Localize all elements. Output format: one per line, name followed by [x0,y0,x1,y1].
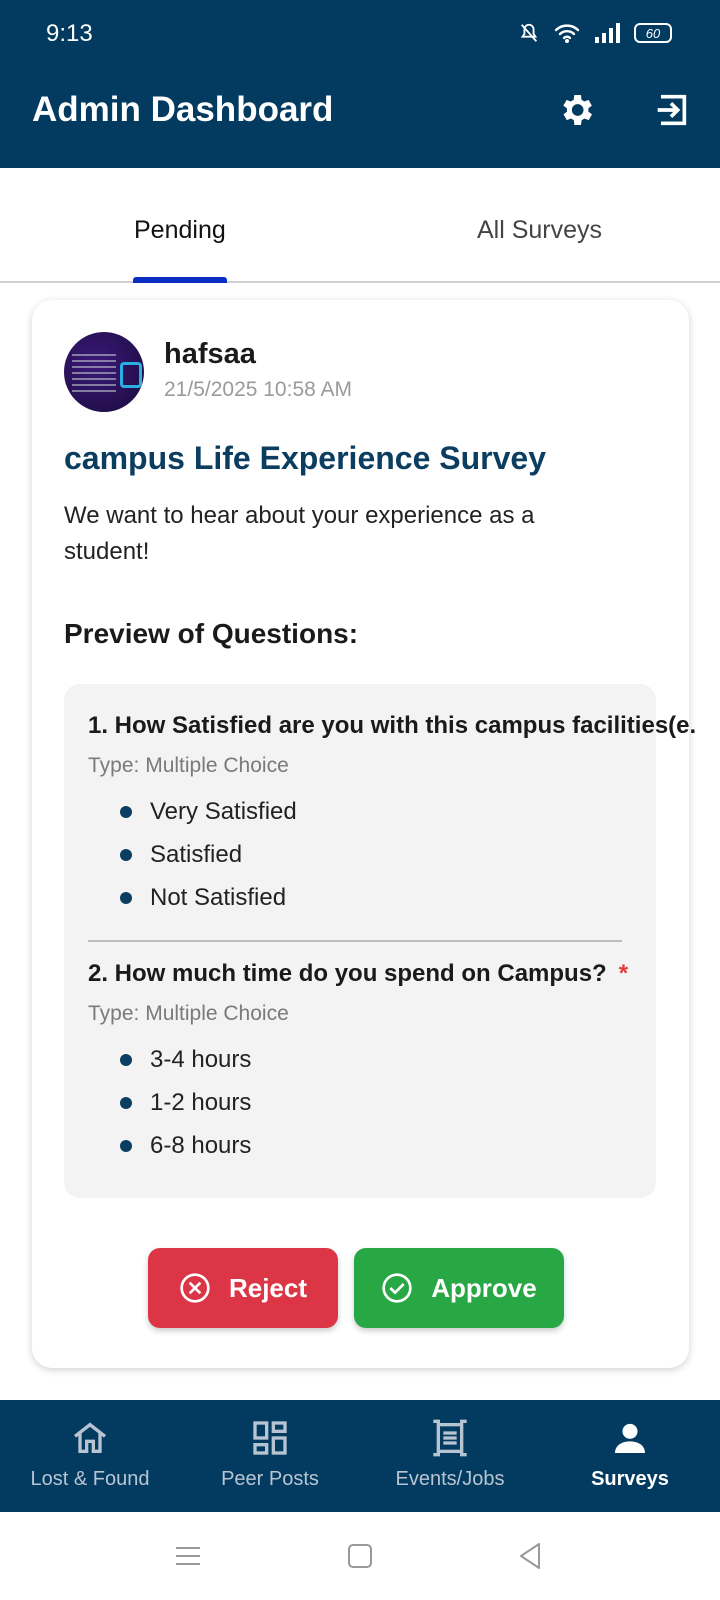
app-header: 9:13 60 Admin Dashboard [0,0,720,168]
nav-events-jobs[interactable]: Events/Jobs [360,1400,540,1512]
reject-button[interactable]: Reject [148,1248,338,1328]
tab-pending[interactable]: Pending [134,216,226,245]
nav-peer-posts[interactable]: Peer Posts [180,1400,360,1512]
square-icon [348,1544,372,1568]
option-label: 1-2 hours [150,1089,252,1116]
person-icon [540,1418,720,1460]
option-item: Very Satisfied [120,798,297,826]
tab-bar: Pending All Surveys [0,168,720,283]
question-text: 2. How much time do you spend on Campus?… [88,960,628,988]
option-label: Satisfied [150,841,243,868]
tab-all-surveys[interactable]: All Surveys [477,216,602,245]
signal-icon [595,23,620,43]
question-type: Type: Multiple Choice [88,1002,289,1025]
questions-preview: 1. How Satisfied are you with this campu… [64,684,696,1198]
bullet-icon [120,1140,132,1152]
system-nav-bar [0,1512,720,1600]
nav-label: Peer Posts [221,1468,319,1490]
mute-icon [520,23,538,42]
battery-icon: 60 [634,23,672,43]
bullet-icon [120,892,132,904]
question-label: 2. How much time do you spend on Campus? [88,960,607,987]
option-label: Not Satisfied [150,884,287,911]
required-marker: * [618,960,629,987]
bullet-icon [120,1097,132,1109]
option-label: 3-4 hours [150,1046,252,1073]
survey-title: campus Life Experience Survey [64,440,546,476]
option-item: 3-4 hours [120,1046,251,1074]
option-item: Satisfied [120,841,242,869]
document-icon [360,1418,540,1460]
bullet-icon [120,1054,132,1066]
survey-card: hafsaa 21/5/2025 10:58 AM campus Life Ex… [32,300,696,1368]
option-item: Not Satisfied [120,884,286,912]
home-button[interactable] [340,1538,380,1574]
lock-icon [120,362,142,388]
question-text: 1. How Satisfied are you with this campu… [88,712,697,739]
bullet-icon [120,849,132,861]
bullet-icon [120,806,132,818]
check-circle-icon [382,1273,412,1303]
gear-icon [563,95,592,125]
cancel-circle-icon [180,1273,210,1303]
option-label: 6-8 hours [150,1132,252,1159]
page-title: Admin Dashboard [32,90,334,129]
author-name: hafsaa [164,338,256,370]
menu-button[interactable] [168,1538,208,1574]
bottom-nav: Lost & Found Peer Posts Events/Jobs Surv… [0,1400,720,1512]
nav-label: Lost & Found [30,1468,150,1490]
settings-button[interactable] [554,88,598,132]
dashboard-icon [180,1418,360,1460]
question-type: Type: Multiple Choice [88,754,289,777]
avatar [64,332,144,412]
wifi-icon [554,24,580,43]
menu-icon [176,1547,200,1565]
logout-button[interactable] [649,88,693,132]
tab-indicator [133,277,227,283]
approve-button[interactable]: Approve [354,1248,564,1328]
option-item: 6-8 hours [120,1132,251,1160]
nav-label: Surveys [591,1468,669,1490]
option-item: 1-2 hours [120,1089,251,1117]
nav-surveys[interactable]: Surveys [540,1400,720,1512]
post-date: 21/5/2025 10:58 AM [164,378,352,401]
status-icons: 60 [518,22,672,44]
approve-label: Approve [431,1272,537,1303]
back-triangle-icon [520,1543,540,1569]
home-icon [0,1418,180,1460]
reject-label: Reject [228,1272,308,1303]
nav-label: Events/Jobs [395,1468,505,1490]
status-time: 9:13 [46,20,93,47]
avatar-text-lines [72,354,116,394]
logout-icon [657,94,687,126]
back-button[interactable] [510,1538,550,1574]
survey-description: We want to hear about your experience as… [64,502,535,565]
question-divider [88,940,622,942]
preview-heading: Preview of Questions: [64,618,359,649]
nav-lost-found[interactable]: Lost & Found [0,1400,180,1512]
option-label: Very Satisfied [150,798,297,825]
